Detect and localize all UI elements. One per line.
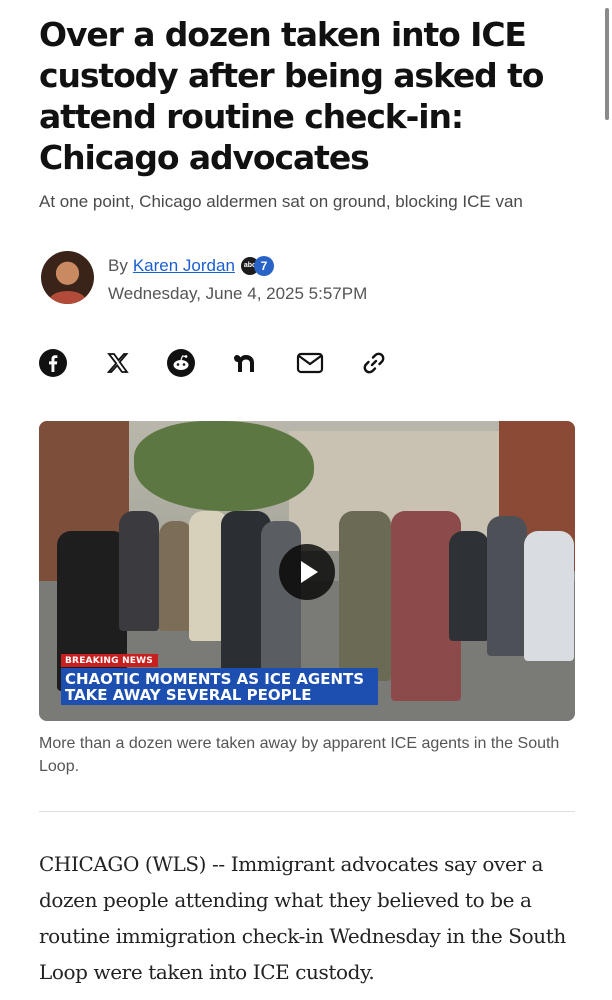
email-icon[interactable] — [294, 348, 326, 378]
author-avatar[interactable] — [41, 251, 94, 304]
divider — [39, 811, 575, 812]
byline: By Karen Jordan abc 7 — [108, 255, 274, 277]
reddit-icon[interactable] — [166, 348, 196, 378]
publish-date: Wednesday, June 4, 2025 5:57PM — [108, 284, 368, 303]
article-headline: Over a dozen taken into ICE custody afte… — [39, 15, 544, 177]
facebook-icon[interactable] — [38, 348, 68, 378]
abc7-logo-icon: abc 7 — [240, 255, 274, 277]
scrollbar[interactable] — [605, 8, 609, 120]
author-link[interactable]: Karen Jordan — [133, 256, 235, 276]
article-subheadline: At one point, Chicago aldermen sat on gr… — [39, 192, 523, 211]
news-lower-third: BREAKING NEWS CHAOTIC MOMENTS AS ICE AGE… — [61, 650, 378, 705]
article-paragraph: CHICAGO (WLS) -- Immigrant advocates say… — [39, 852, 566, 984]
link-icon[interactable] — [358, 348, 390, 378]
x-icon[interactable] — [103, 348, 133, 378]
play-button[interactable] — [279, 544, 335, 600]
news-banner: CHAOTIC MOMENTS AS ICE AGENTS TAKE AWAY … — [61, 668, 378, 705]
nextdoor-icon[interactable] — [230, 348, 262, 378]
breaking-news-label: BREAKING NEWS — [61, 654, 158, 667]
banner-line-1: CHAOTIC MOMENTS AS ICE AGENTS — [65, 670, 365, 688]
banner-line-2: TAKE AWAY SEVERAL PEOPLE — [65, 686, 312, 704]
byline-prefix: By — [108, 256, 128, 275]
video-player[interactable]: BREAKING NEWS CHAOTIC MOMENTS AS ICE AGE… — [39, 421, 575, 721]
play-icon — [301, 561, 318, 583]
video-caption: More than a dozen were taken away by app… — [39, 735, 560, 775]
